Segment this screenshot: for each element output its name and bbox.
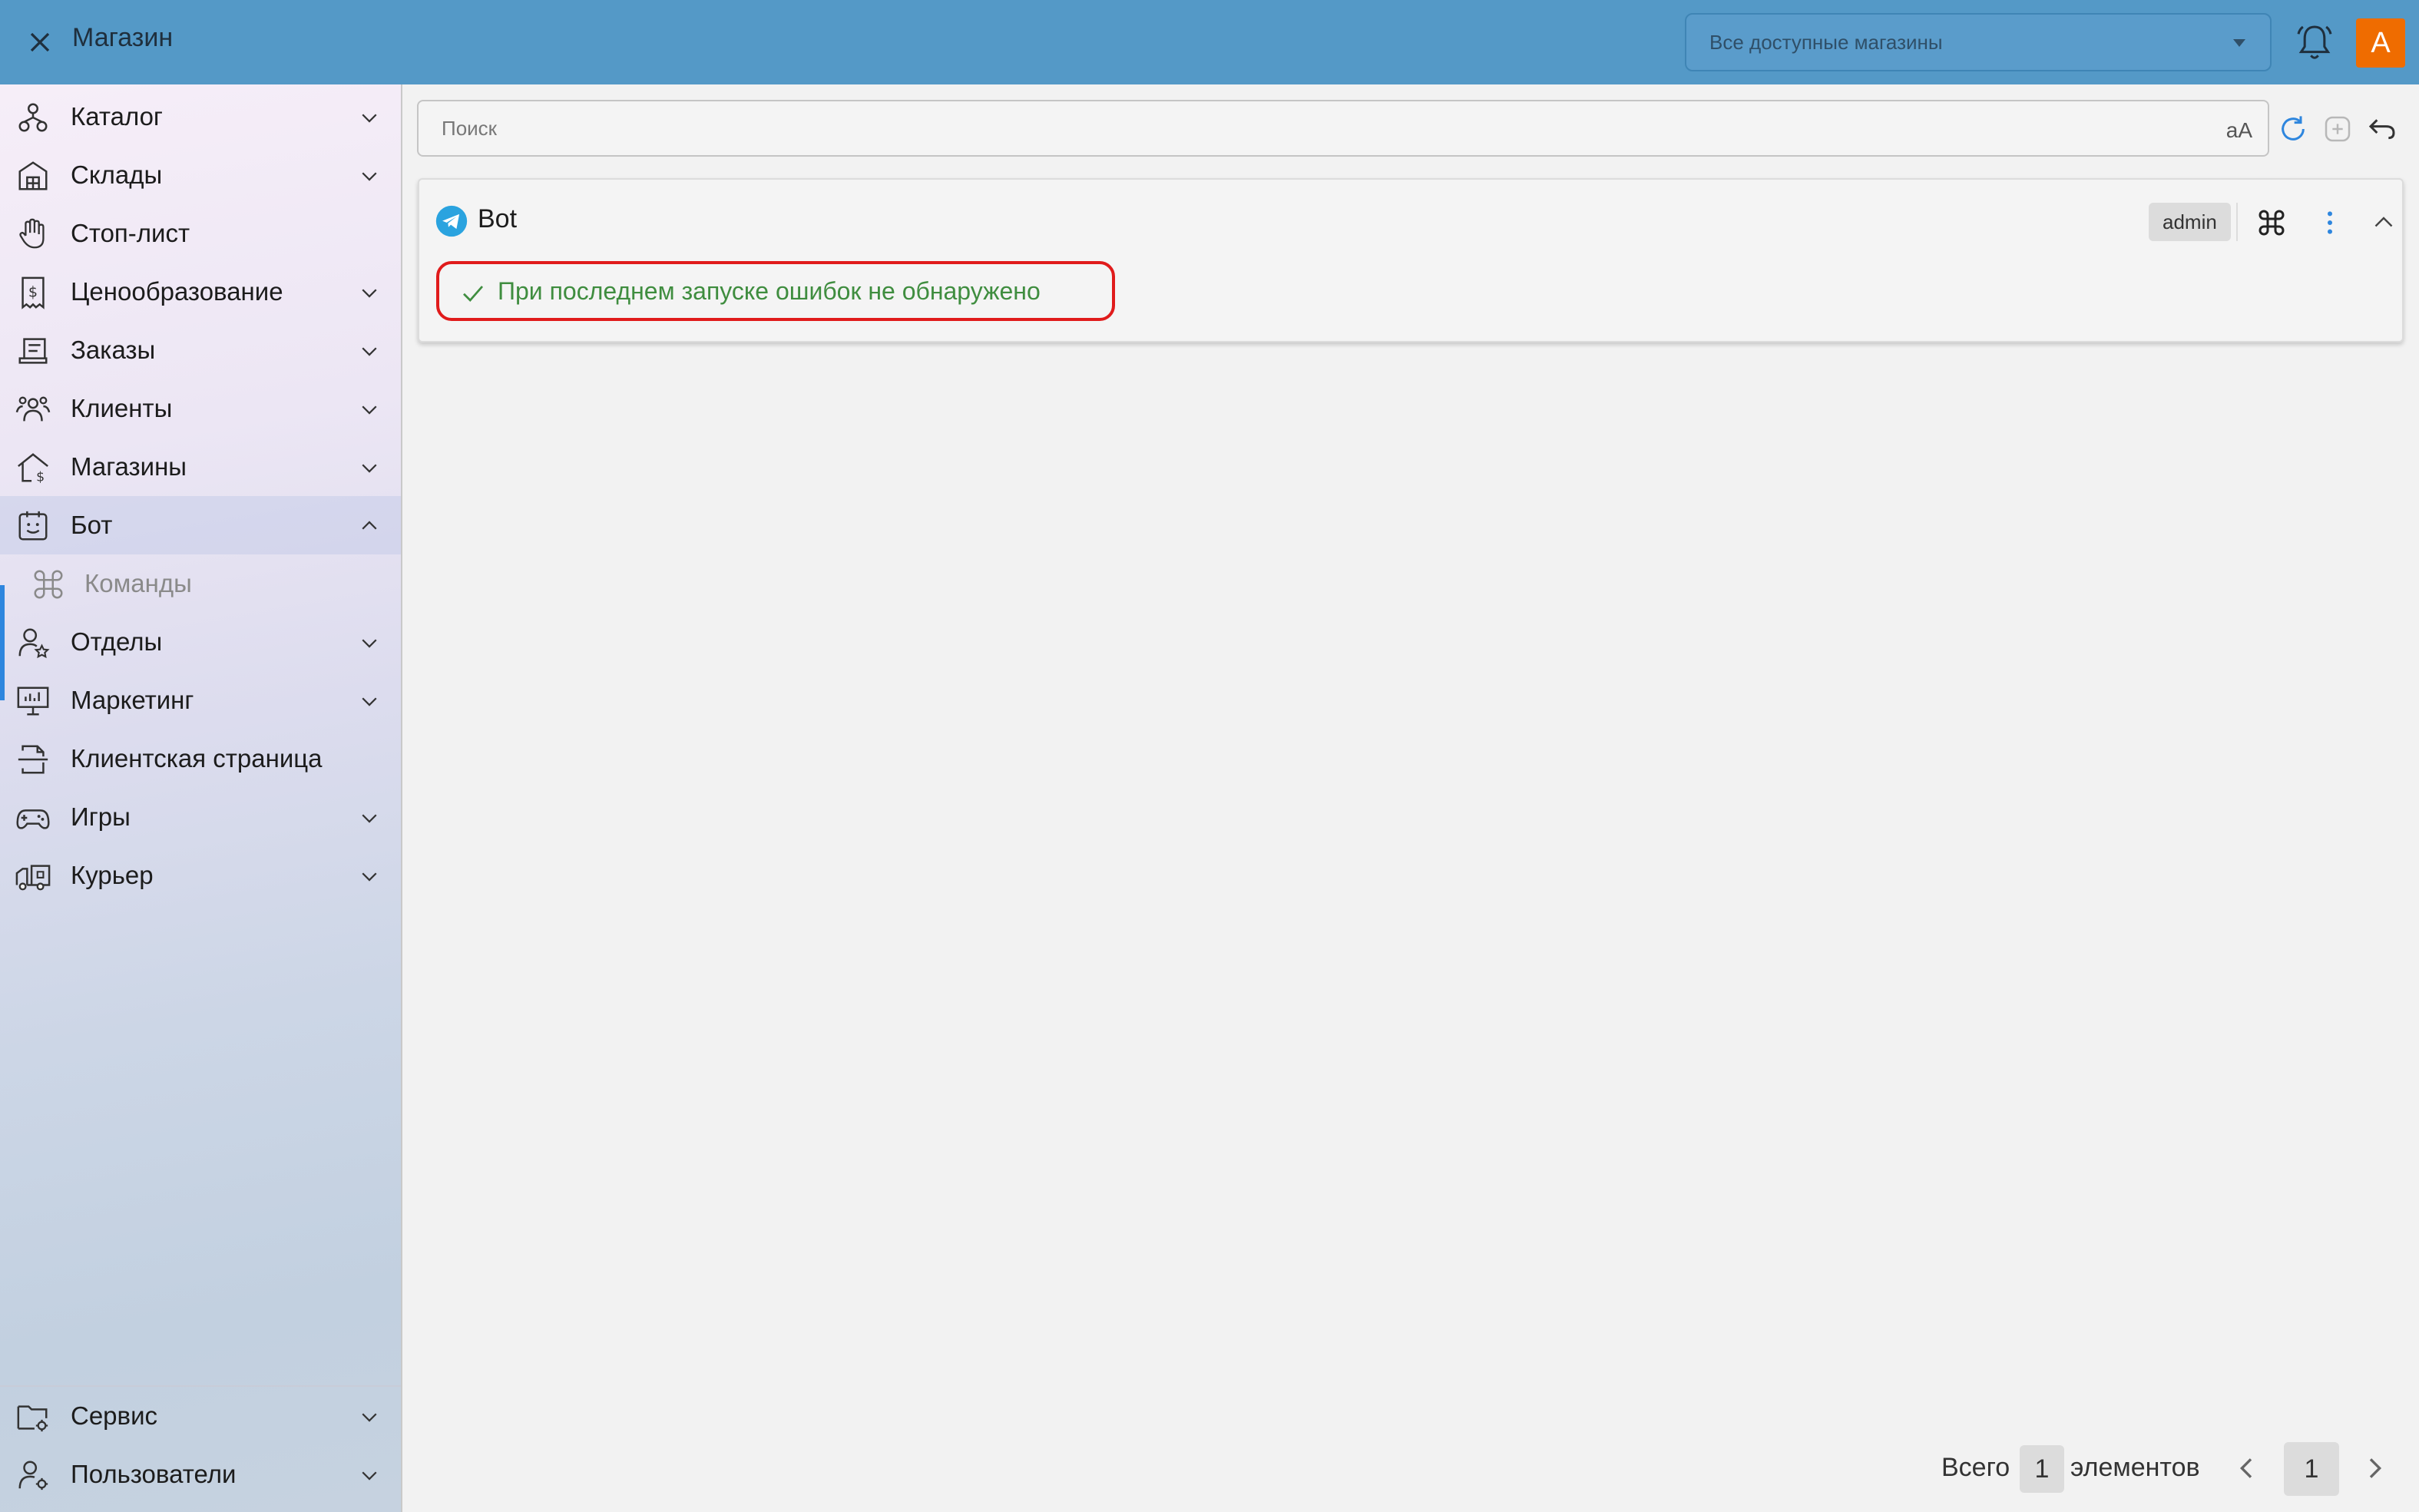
sidebar-item-label: Клиенты	[71, 394, 173, 422]
role-badge: admin	[2149, 203, 2231, 241]
orders-icon	[18, 338, 48, 364]
sidebar-item-clients[interactable]: Клиенты	[0, 379, 401, 438]
chevron-down-icon	[362, 114, 377, 123]
match-case-icon[interactable]: aA	[2226, 118, 2252, 143]
chevron-up-icon[interactable]	[2370, 209, 2397, 237]
sidebar-item-bot[interactable]: Бот	[0, 496, 401, 554]
svg-text:$: $	[28, 283, 38, 301]
store-icon: $	[18, 453, 48, 485]
chevron-up-icon	[362, 521, 377, 530]
chevron-down-icon	[362, 464, 377, 473]
chevron-down-icon	[362, 639, 377, 648]
undo-icon[interactable]	[2367, 114, 2397, 144]
search-field[interactable]: aA	[417, 100, 2269, 157]
sidebar-item-client-page[interactable]: Клиентская страница	[0, 730, 401, 788]
caret-down-icon	[2233, 39, 2245, 47]
chevron-down-icon	[362, 347, 377, 356]
store-select[interactable]: Все доступные магазины	[1685, 13, 2272, 71]
sidebar-item-marketing[interactable]: Маркетинг	[0, 671, 401, 730]
chevron-down-icon	[362, 697, 377, 706]
command-icon[interactable]	[2256, 207, 2287, 238]
sidebar-item-label: Маркетинг	[71, 686, 194, 714]
sidebar-item-label: Команды	[84, 569, 192, 597]
add-icon[interactable]	[2322, 114, 2353, 144]
refresh-icon[interactable]	[2278, 114, 2308, 144]
sidebar-item-orders[interactable]: Заказы	[0, 321, 401, 379]
chevron-down-icon	[362, 814, 377, 823]
sidebar-item-games[interactable]: Игры	[0, 788, 401, 846]
sidebar-item-label: Заказы	[71, 336, 156, 364]
department-icon	[18, 628, 50, 659]
command-icon	[34, 570, 63, 599]
warehouse-icon	[18, 161, 48, 190]
gamepad-icon	[16, 809, 50, 829]
chevron-left-icon[interactable]	[2232, 1453, 2262, 1484]
card-title: Bot	[478, 204, 518, 233]
sidebar-item-commands[interactable]: Команды	[0, 554, 401, 613]
chevron-down-icon	[362, 405, 377, 415]
catalog-icon	[18, 103, 48, 132]
chevron-down-icon	[362, 172, 377, 181]
status-message: При последнем запуске ошибок не обнаруже…	[436, 261, 1115, 321]
sidebar-item-label: Стоп-лист	[71, 219, 190, 247]
elements-label: элементов	[2070, 1453, 2200, 1482]
toolbar-divider	[2236, 203, 2238, 241]
close-icon[interactable]	[23, 25, 57, 59]
sidebar-item-stores[interactable]: $ Магазины	[0, 438, 401, 496]
search-input[interactable]	[442, 116, 2131, 141]
notification-bell-icon[interactable]	[2293, 22, 2336, 65]
chevron-right-icon[interactable]	[2359, 1453, 2390, 1484]
status-text: При последнем запуске ошибок не обнаруже…	[498, 276, 1041, 305]
sidebar-item-label: Игры	[71, 802, 131, 831]
sidebar-item-departments[interactable]: Отделы	[0, 613, 401, 671]
avatar[interactable]: А	[2356, 18, 2405, 68]
pagination: Всего 1 элементов 1	[0, 1442, 2419, 1496]
sidebar-item-pricing[interactable]: $ Ценообразование	[0, 263, 401, 321]
app-title: Магазин	[72, 23, 174, 52]
more-vert-icon[interactable]	[2315, 207, 2345, 238]
sidebar-item-service[interactable]: Сервис	[0, 1387, 401, 1445]
sidebar-item-label: Склады	[71, 160, 163, 189]
marketing-icon	[17, 687, 49, 716]
chevron-down-icon	[362, 872, 377, 882]
sidebar-item-label: Отделы	[71, 627, 163, 656]
client-page-icon	[18, 745, 48, 774]
sidebar-item-stop-list[interactable]: Стоп-лист	[0, 204, 401, 263]
sidebar-item-label: Ценообразование	[71, 277, 283, 306]
top-bar: Магазин Все доступные магазины А	[0, 0, 2419, 84]
sidebar-item-label: Клиентская страница	[71, 744, 323, 773]
bot-icon	[18, 511, 48, 541]
sidebar-item-label: Бот	[71, 511, 113, 539]
sidebar-item-courier[interactable]: Курьер	[0, 846, 401, 905]
clients-icon	[15, 396, 51, 422]
sidebar-item-label: Каталог	[71, 102, 163, 131]
sidebar: Каталог Склады Стоп-лист $ Ценообразован…	[0, 84, 402, 1512]
bot-card: Bot admin При последнем запуске ошибок н…	[418, 178, 2404, 342]
total-label: Всего	[1941, 1453, 2010, 1482]
svg-text:$: $	[36, 469, 45, 485]
sidebar-item-catalog[interactable]: Каталог	[0, 88, 401, 146]
sidebar-item-label: Сервис	[71, 1401, 158, 1430]
hand-stop-icon	[19, 218, 45, 249]
sidebar-item-label: Курьер	[71, 861, 154, 889]
price-receipt-icon: $	[22, 276, 45, 309]
page-button[interactable]: 1	[2284, 1442, 2339, 1496]
chevron-down-icon	[362, 289, 377, 298]
chevron-down-icon	[362, 1413, 377, 1422]
sidebar-item-label: Магазины	[71, 452, 187, 481]
telegram-icon	[435, 205, 468, 237]
check-icon	[463, 286, 484, 302]
courier-truck-icon	[15, 865, 51, 891]
store-select-value: Все доступные магазины	[1709, 30, 1943, 54]
total-count: 1	[2020, 1445, 2064, 1493]
service-folder-icon	[17, 1405, 48, 1432]
sidebar-item-warehouses[interactable]: Склады	[0, 146, 401, 204]
